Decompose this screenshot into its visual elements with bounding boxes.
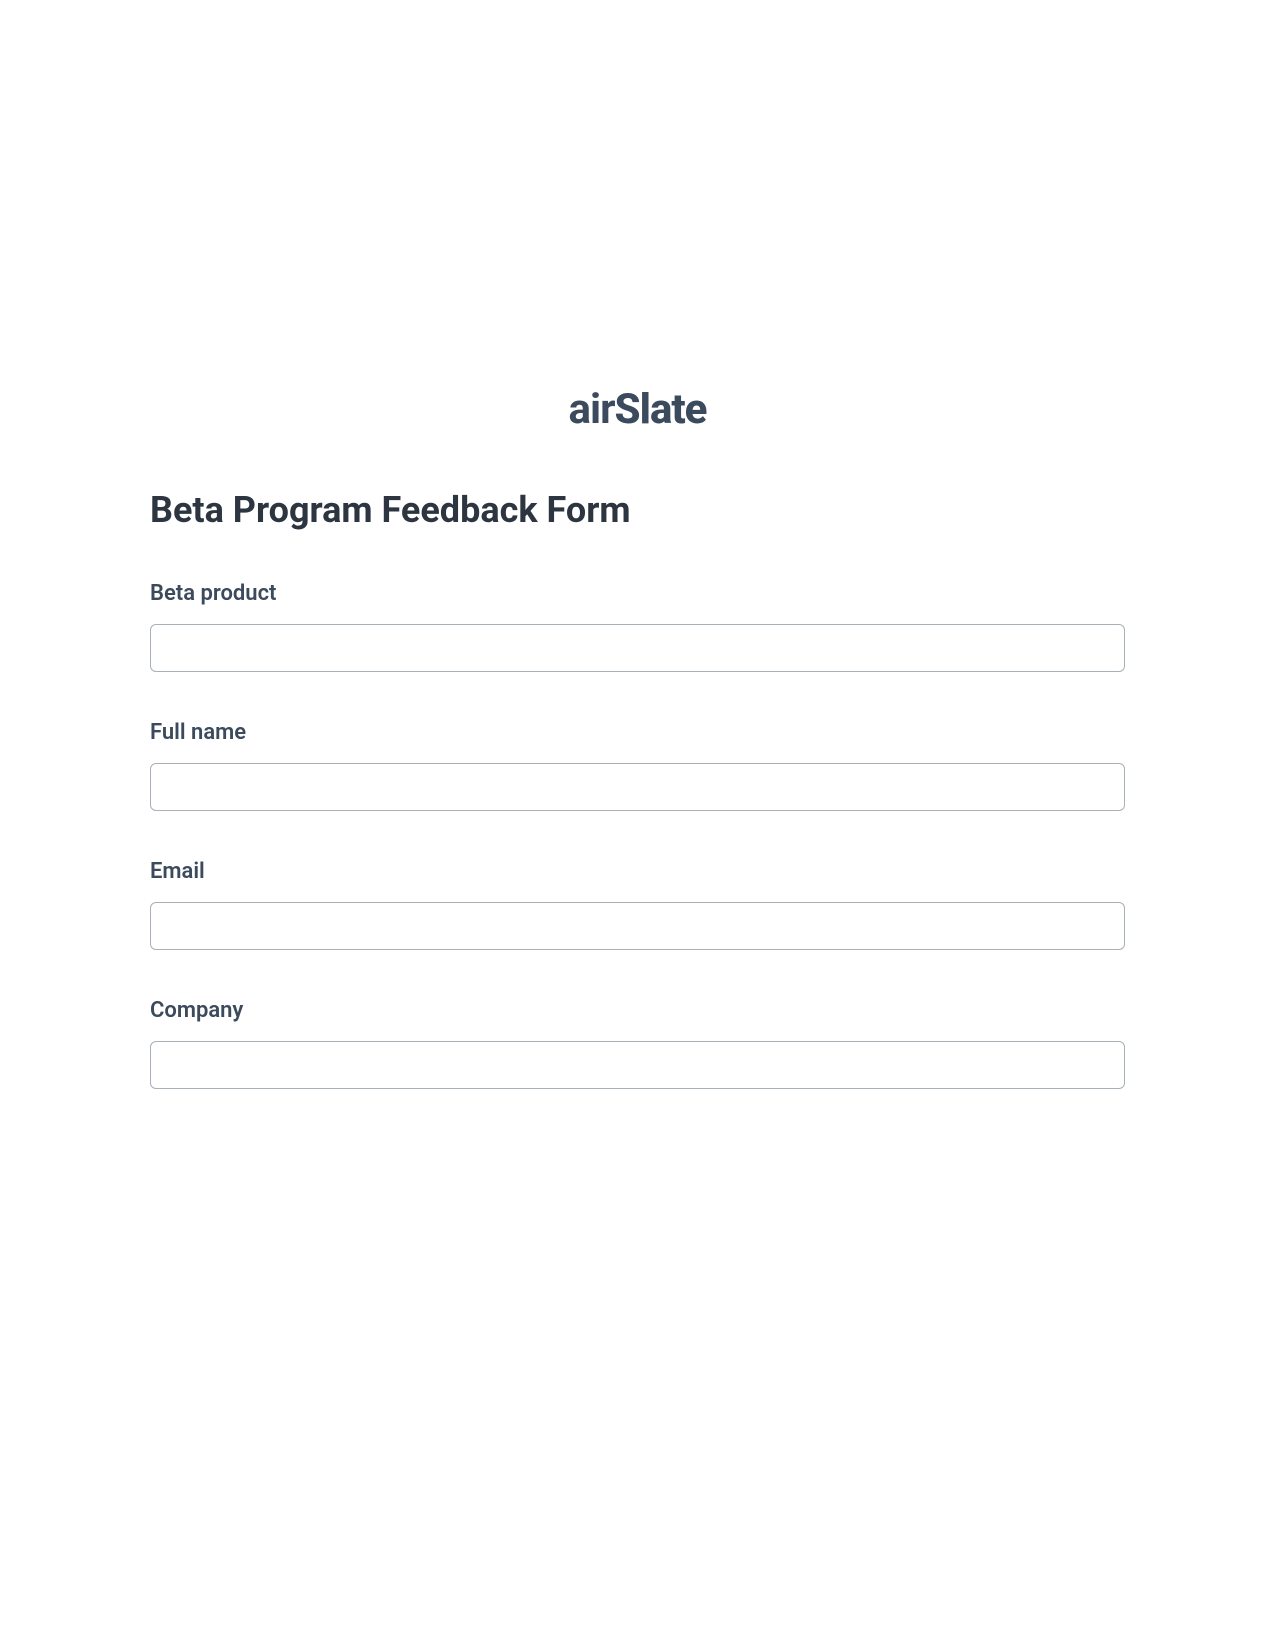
field-group-email: Email bbox=[150, 859, 1125, 950]
field-group-beta-product: Beta product bbox=[150, 581, 1125, 672]
form-title: Beta Program Feedback Form bbox=[150, 489, 1125, 531]
input-email[interactable] bbox=[150, 902, 1125, 950]
input-full-name[interactable] bbox=[150, 763, 1125, 811]
logo-text-light: air bbox=[569, 385, 615, 434]
logo-wrapper: airSlate bbox=[150, 385, 1125, 434]
logo-text-bold: Slate bbox=[615, 385, 707, 434]
label-full-name: Full name bbox=[150, 720, 1125, 745]
airslate-logo: airSlate bbox=[569, 385, 707, 434]
form-container: airSlate Beta Program Feedback Form Beta… bbox=[150, 385, 1125, 1137]
label-email: Email bbox=[150, 859, 1125, 884]
input-beta-product[interactable] bbox=[150, 624, 1125, 672]
field-group-full-name: Full name bbox=[150, 720, 1125, 811]
field-group-company: Company bbox=[150, 998, 1125, 1089]
label-company: Company bbox=[150, 998, 1125, 1023]
input-company[interactable] bbox=[150, 1041, 1125, 1089]
label-beta-product: Beta product bbox=[150, 581, 1125, 606]
